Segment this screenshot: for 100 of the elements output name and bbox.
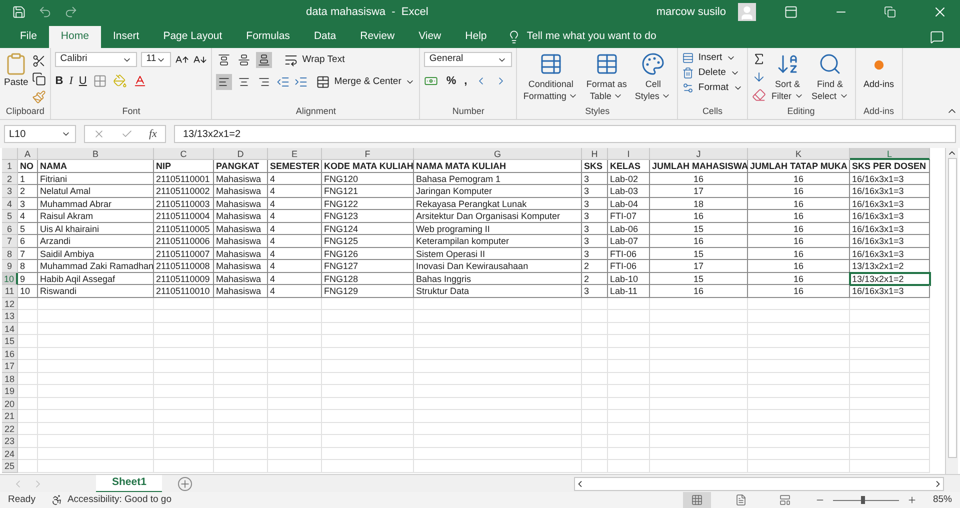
decrease-indent-icon[interactable] [276,75,290,89]
column-header[interactable]: K [748,148,850,160]
row-header[interactable]: 1 [2,160,18,172]
ribbon-button[interactable]: Find & Select [810,52,851,102]
ribbon-tab[interactable]: Help [453,26,499,48]
column-header[interactable]: C [154,148,214,160]
ribbon-tab[interactable]: View [406,26,454,48]
horizontal-align-icon[interactable] [216,74,232,90]
column-header[interactable]: G [414,148,582,160]
tell-me-field[interactable]: Tell me what you want to do [526,29,656,45]
fill-down-icon[interactable] [752,70,766,84]
cancel-icon[interactable] [93,128,105,140]
vertical-align-icon[interactable] [256,52,272,68]
ribbon-tab[interactable]: File [8,26,49,48]
accessibility-status[interactable]: Accessibility: Good to go [67,492,172,508]
row-header[interactable]: 11 [2,285,18,298]
row-header[interactable]: 9 [2,260,18,272]
row-header[interactable]: 16 [2,348,18,360]
row-header[interactable]: 10 [2,272,18,285]
row-header[interactable]: 3 [2,185,18,198]
redo-icon[interactable] [64,5,78,19]
add-ins-button[interactable]: Add-ins [860,52,898,92]
row-header[interactable]: 15 [2,335,18,348]
view-button[interactable] [682,492,711,508]
vertical-align-icon[interactable] [216,52,232,68]
row-header[interactable]: 4 [2,198,18,210]
save-icon[interactable] [12,5,26,19]
row-header[interactable]: 2 [2,172,18,185]
ribbon-tab[interactable]: Review [348,26,407,48]
cut-icon[interactable] [32,54,46,68]
column-header[interactable]: E [268,148,322,160]
enter-icon[interactable] [121,128,133,140]
insert-function-button[interactable]: fx [149,126,157,142]
font-name-field[interactable]: Calibri [55,52,138,67]
row-header[interactable]: 22 [2,422,18,435]
copy-icon[interactable] [32,72,46,86]
wrap-text-button[interactable]: Wrap Text [284,52,345,68]
zoom-in-icon[interactable] [906,495,917,505]
increase-indent-icon[interactable] [294,75,308,89]
restore-icon[interactable] [884,6,896,18]
font-style-button[interactable]: B [55,73,64,90]
ribbon-button[interactable]: Sort & Filter [770,52,806,102]
formula-field[interactable]: 13/13x2x1=2 [174,125,956,143]
cells-button[interactable]: Delete [682,67,742,79]
ribbon-tab[interactable]: Insert [100,26,152,48]
row-header[interactable]: 5 [2,210,18,222]
font-color-icon[interactable] [132,74,147,88]
row-header[interactable]: 6 [2,222,18,235]
sheet-tab[interactable]: Sheet1 [96,474,162,492]
font-size-field[interactable]: 11 [141,52,172,67]
row-header[interactable]: 24 [2,448,18,460]
paste-button[interactable]: Paste [4,52,28,90]
vertical-align-icon[interactable] [236,52,252,68]
column-header[interactable]: F [322,148,414,160]
ribbon-button[interactable]: Format as Table [584,52,629,102]
borders-icon[interactable] [92,74,107,88]
row-header[interactable]: 14 [2,322,18,335]
cells-button[interactable]: Insert [682,52,742,64]
zoom-level[interactable]: 85% [932,492,952,508]
ribbon-button[interactable]: Cell Styles [632,52,674,102]
column-header[interactable]: D [214,148,268,160]
number-style-button[interactable]: % [446,73,456,90]
row-header[interactable]: 7 [2,235,18,248]
merge-center-button[interactable]: Merge & Center [316,74,416,90]
ribbon-tab[interactable]: Formulas [234,26,302,48]
ribbon-tab[interactable]: Data [302,26,348,48]
zoom-slider-thumb[interactable] [861,496,866,504]
row-header[interactable]: 21 [2,410,18,422]
zoom-slider[interactable] [832,495,899,505]
cells-button[interactable]: Format [682,82,742,94]
number-style-button[interactable]: , [464,73,468,90]
row-header[interactable]: 23 [2,435,18,448]
number-format-field[interactable]: General [424,52,512,67]
ribbon-tab[interactable]: Home [48,26,101,48]
column-header[interactable]: B [38,148,154,160]
row-header[interactable]: 13 [2,310,18,322]
column-header[interactable]: A [18,148,38,160]
comments-icon[interactable] [930,30,944,44]
eraser-icon[interactable] [752,88,766,102]
name-box[interactable]: L10 [4,125,76,143]
vertical-scrollbar[interactable] [945,148,958,474]
row-header[interactable]: 19 [2,385,18,398]
row-header[interactable]: 8 [2,248,18,260]
row-header[interactable]: 20 [2,398,18,410]
column-header[interactable]: I [608,148,650,160]
undo-icon[interactable] [38,5,52,19]
ribbon-tab[interactable]: Page Layout [151,26,234,48]
font-style-button[interactable]: U [78,73,87,90]
row-header[interactable]: 17 [2,360,18,372]
column-header[interactable]: J [650,148,748,160]
add-sheet-icon[interactable] [178,476,192,490]
row-header[interactable]: 12 [2,298,18,310]
column-header[interactable]: H [582,148,608,160]
horizontal-scrollbar[interactable] [574,476,944,490]
fill-color-icon[interactable] [112,74,127,88]
row-header[interactable]: 25 [2,460,18,472]
column-header[interactable]: L [850,148,930,160]
ribbon-display-icon[interactable] [784,5,798,19]
font-style-button[interactable]: I [69,73,73,90]
ribbon-button[interactable]: Conditional Formatting [521,52,580,102]
